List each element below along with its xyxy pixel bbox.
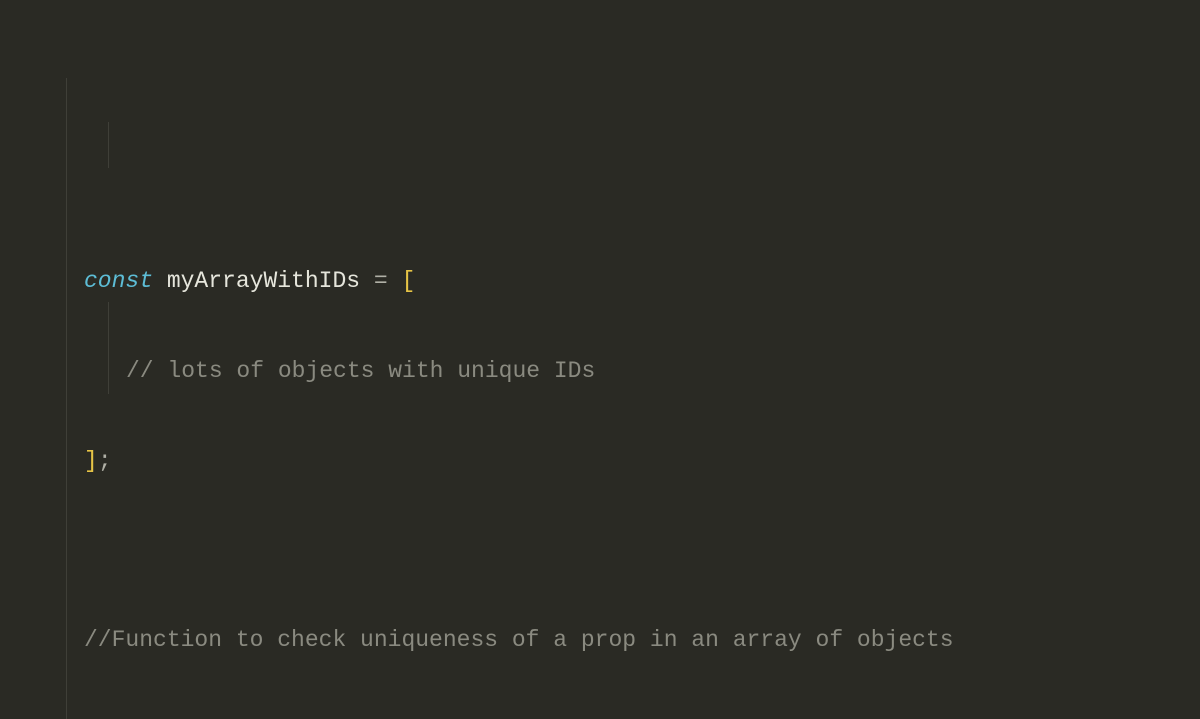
code-line: function isEverythingUnique(arr, prop) { xyxy=(72,708,1200,719)
indent-guide-inner xyxy=(108,302,109,394)
bracket-close: ] xyxy=(84,448,98,474)
indent-guide-inner xyxy=(108,122,109,168)
bracket-open: [ xyxy=(402,268,416,294)
code-line: const myArrayWithIDs = [ xyxy=(72,259,1200,304)
operator-assign: = xyxy=(374,268,388,294)
blank-line xyxy=(72,528,1200,573)
code-snippet: const myArrayWithIDs = [ // lots of obje… xyxy=(0,0,1200,719)
identifier: myArrayWithIDs xyxy=(167,268,360,294)
comment: //Function to check uniqueness of a prop… xyxy=(84,627,954,653)
code-line: // lots of objects with unique IDs xyxy=(72,349,1200,394)
keyword-const: const xyxy=(84,268,153,294)
semicolon: ; xyxy=(98,448,112,474)
comment: // lots of objects with unique IDs xyxy=(126,358,595,384)
code-line: //Function to check uniqueness of a prop… xyxy=(72,618,1200,663)
code-line: ]; xyxy=(72,439,1200,484)
indent-guide xyxy=(66,78,67,719)
